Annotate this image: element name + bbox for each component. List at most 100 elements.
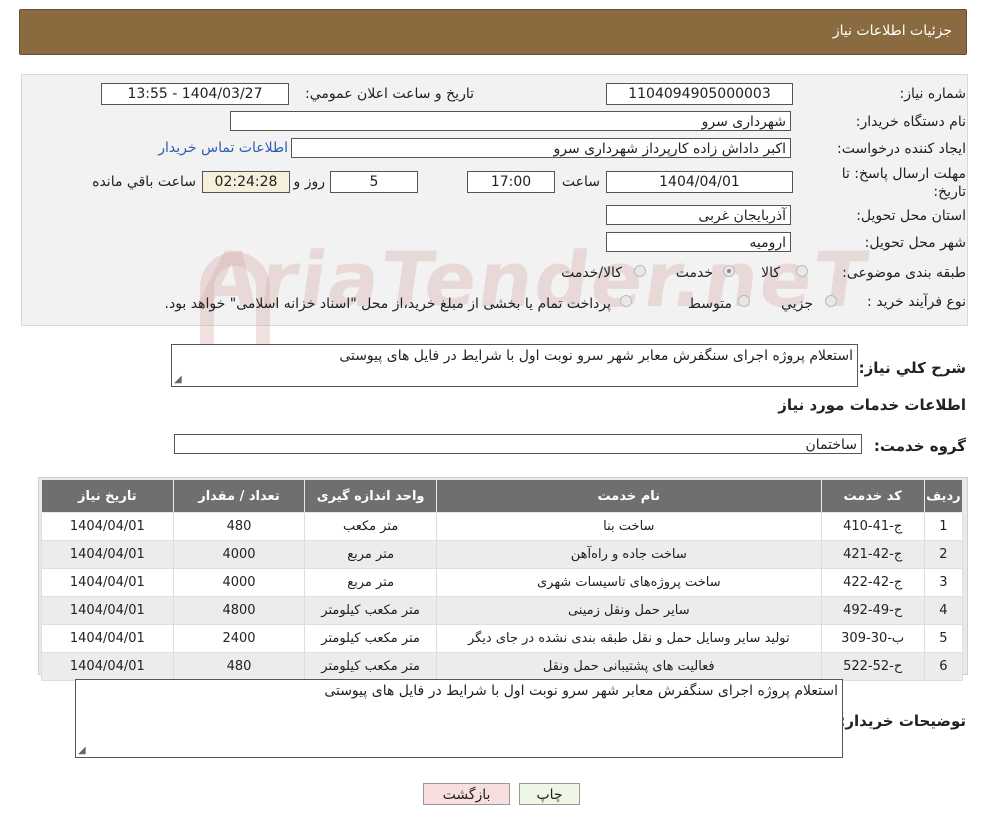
deadline-label-date: تاريخ:	[933, 184, 966, 200]
remaining-time-field: 02:24:28	[202, 171, 290, 193]
buyer-notes-textarea[interactable]: استعلام پروژه اجرای سنگفرش معابر شهر سرو…	[75, 679, 843, 758]
cell-unit: متر مربع	[304, 540, 437, 569]
cell-service-name: تولید سایر وسایل حمل و نقل طبقه بندی نشد…	[435, 624, 822, 653]
cell-quantity: 480	[172, 512, 306, 541]
cell-row: 4	[923, 596, 964, 625]
services-table: رديف کد خدمت نام خدمت واحد اندازه گيری ت…	[41, 479, 964, 681]
need-number-label: شماره نیاز:	[899, 86, 967, 102]
cell-quantity: 4000	[172, 568, 306, 597]
announce-label: تاریخ و ساعت اعلان عمومي:	[305, 86, 474, 102]
table-header-row: رديف کد خدمت نام خدمت واحد اندازه گيری ت…	[41, 479, 964, 513]
table-row[interactable]: 4 ح-49-492 سایر حمل ونقل زمینی متر مکعب …	[41, 596, 964, 625]
cell-service-name: ساخت بنا	[435, 512, 822, 541]
table-row[interactable]: 3 ج-42-422 ساخت پروژه‌های تاسیسات شهری م…	[41, 568, 964, 597]
summary-label: شرح کلي نياز:	[858, 359, 966, 377]
col-row: رديف	[923, 479, 964, 513]
category-goods-label: کالا	[761, 265, 780, 281]
cell-unit: متر مربع	[304, 568, 437, 597]
process-radio-medium[interactable]	[738, 295, 750, 307]
service-group-field[interactable]: ساختمان	[174, 434, 862, 454]
remaining-label: ساعت باقي مانده	[92, 174, 196, 190]
cell-code: ج-41-410	[820, 512, 925, 541]
category-goods-service-label: کالا/خدمت	[561, 265, 622, 281]
city-field[interactable]: ارومیه	[606, 232, 791, 252]
cell-unit: متر مکعب کیلومتر	[304, 652, 437, 681]
cell-service-name: ساخت جاده و راه‌آهن	[435, 540, 822, 569]
need-number-field[interactable]: 1104094905000003	[606, 83, 793, 105]
deadline-date-field[interactable]: 1404/04/01	[606, 171, 793, 193]
table-row[interactable]: 5 ب-30-309 تولید سایر وسایل حمل و نقل طب…	[41, 624, 964, 653]
cell-unit: متر مکعب	[304, 512, 437, 541]
cell-code: ج-42-422	[820, 568, 925, 597]
cell-quantity: 4000	[172, 540, 306, 569]
cell-row: 1	[923, 512, 964, 541]
buyer-org-label: نام دستگاه خريدار:	[855, 114, 966, 130]
cell-quantity: 480	[172, 652, 306, 681]
col-quantity: تعداد / مقدار	[172, 479, 306, 513]
cell-date: 1404/04/01	[41, 624, 174, 653]
cell-row: 6	[923, 652, 964, 681]
process-label: نوع فرآيند خريد :	[867, 294, 966, 310]
buyer-contact-link[interactable]: اطلاعات تماس خريدار	[158, 140, 288, 156]
cell-unit: متر مکعب کیلومتر	[304, 624, 437, 653]
category-service-label: خدمت	[675, 265, 713, 281]
cell-code: ح-49-492	[820, 596, 925, 625]
deadline-label: مهلت ارسال پاسخ: تا	[841, 166, 966, 182]
buyer-notes-text: استعلام پروژه اجرای سنگفرش معابر شهر سرو…	[324, 683, 838, 699]
cell-date: 1404/04/01	[41, 568, 174, 597]
cell-date: 1404/04/01	[41, 512, 174, 541]
summary-textarea[interactable]: استعلام پروژه اجرای سنگفرش معابر شهر سرو…	[171, 344, 858, 387]
page-title: جزئیات اطلاعات نیاز	[832, 23, 952, 39]
cell-quantity: 2400	[172, 624, 306, 653]
buyer-notes-label: توضيحات خريدار:	[839, 712, 966, 730]
creator-field[interactable]: اکبر داداش زاده کارپرداز شهرداری سرو	[291, 138, 791, 158]
city-label: شهر محل تحويل:	[864, 235, 966, 251]
days-field[interactable]: 5	[330, 171, 418, 193]
province-label: استان محل تحويل:	[856, 208, 966, 224]
category-radio-service[interactable]	[723, 265, 735, 277]
cell-code: ج-42-421	[820, 540, 925, 569]
col-service-name: نام خدمت	[435, 479, 822, 513]
buyer-org-field[interactable]: شهرداری سرو	[230, 111, 791, 131]
category-label: طبقه بندی موضوعی:	[842, 265, 966, 281]
resize-grip-icon[interactable]: ◢	[174, 374, 182, 385]
deadline-time-field[interactable]: 17:00	[467, 171, 555, 193]
days-label: روز و	[293, 174, 326, 190]
table-row[interactable]: 2 ج-42-421 ساخت جاده و راه‌آهن متر مربع …	[41, 540, 964, 569]
cell-service-name: سایر حمل ونقل زمینی	[435, 596, 822, 625]
print-button[interactable]: چاپ	[519, 783, 580, 805]
cell-service-name: ساخت پروژه‌های تاسیسات شهری	[435, 568, 822, 597]
process-medium-label: متوسط	[688, 296, 732, 312]
table-row[interactable]: 1 ج-41-410 ساخت بنا متر مکعب 480 1404/04…	[41, 512, 964, 541]
cell-unit: متر مکعب کیلومتر	[304, 596, 437, 625]
cell-code: ح-52-522	[820, 652, 925, 681]
cell-date: 1404/04/01	[41, 652, 174, 681]
category-radio-goods-service[interactable]	[634, 265, 646, 277]
col-code: کد خدمت	[820, 479, 925, 513]
deadline-time-label: ساعت	[561, 174, 600, 190]
summary-text: استعلام پروژه اجرای سنگفرش معابر شهر سرو…	[339, 348, 853, 364]
cell-row: 2	[923, 540, 964, 569]
cell-date: 1404/04/01	[41, 596, 174, 625]
process-small-label: جزیي	[781, 296, 813, 312]
treasury-note: پرداخت تمام یا بخشی از مبلغ خرید،از محل …	[164, 296, 611, 312]
cell-row: 3	[923, 568, 964, 597]
cell-code: ب-30-309	[820, 624, 925, 653]
process-radio-small[interactable]	[825, 295, 837, 307]
table-row[interactable]: 6 ح-52-522 فعالیت های پشتیبانی حمل ونقل …	[41, 652, 964, 681]
cell-quantity: 4800	[172, 596, 306, 625]
back-button[interactable]: بازگشت	[423, 783, 510, 805]
cell-service-name: فعالیت های پشتیبانی حمل ونقل	[435, 652, 822, 681]
treasury-checkbox[interactable]	[620, 295, 632, 307]
cell-row: 5	[923, 624, 964, 653]
category-radio-goods[interactable]	[796, 265, 808, 277]
col-unit: واحد اندازه گيری	[304, 479, 437, 513]
page-header: جزئیات اطلاعات نیاز	[19, 9, 967, 55]
province-field[interactable]: آذربايجان غربی	[606, 205, 791, 225]
resize-grip-icon[interactable]: ◢	[78, 745, 86, 756]
services-section-title: اطلاعات خدمات مورد نياز	[778, 396, 966, 414]
service-group-label: گروه خدمت:	[873, 437, 966, 455]
creator-label: ايجاد کننده درخواست:	[837, 141, 966, 157]
col-date: تاريخ نياز	[41, 479, 174, 513]
announce-datetime-field[interactable]: 1404/03/27 - 13:55	[101, 83, 289, 105]
